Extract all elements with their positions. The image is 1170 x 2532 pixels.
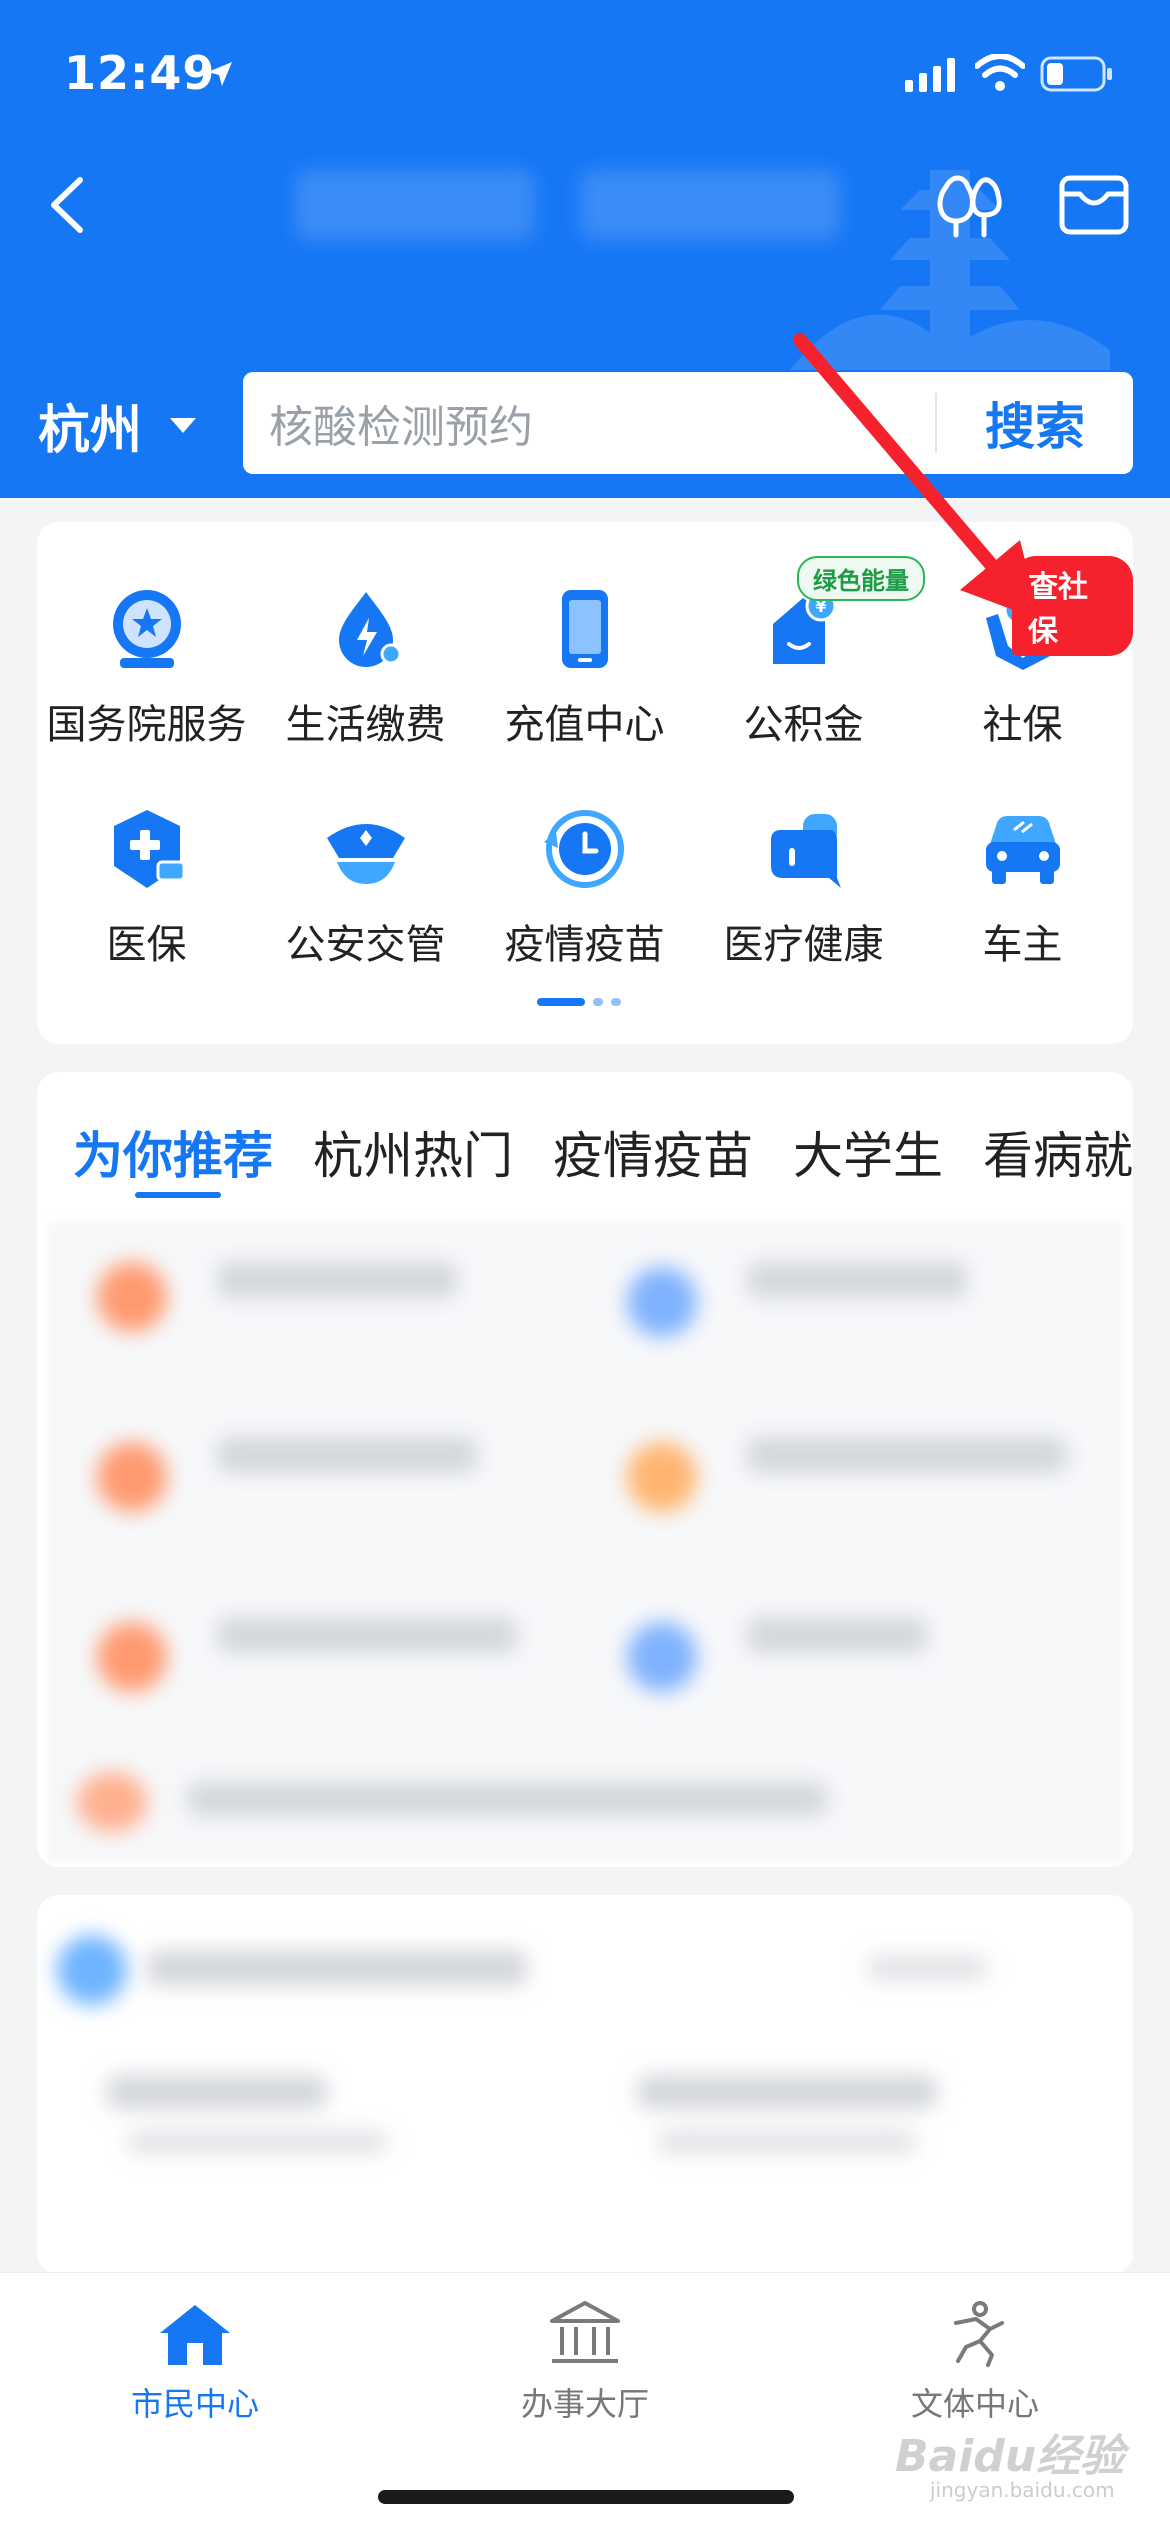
blurred-item-text	[187, 1782, 827, 1816]
location-arrow-icon	[208, 62, 232, 86]
blurred-item-text	[637, 2075, 937, 2109]
caret-down-icon	[170, 417, 197, 433]
blurred-item-icon	[627, 1442, 697, 1512]
blurred-item-text	[867, 1955, 987, 1981]
service-label: 充值中心	[504, 702, 665, 748]
battery-icon	[1040, 56, 1112, 92]
tab-see-doctor[interactable]: 看病就	[983, 1116, 1133, 1188]
page-dot	[611, 998, 621, 1006]
search-bar[interactable]: 核酸检测预约 搜索	[243, 372, 1133, 474]
blurred-item-text	[217, 1617, 517, 1653]
tab-recommend[interactable]: 为你推荐	[73, 1116, 273, 1188]
blurred-item-text	[107, 2075, 327, 2109]
medical-health-icon	[770, 814, 841, 888]
blurred-item-text	[657, 2130, 917, 2154]
nav-culture-sports[interactable]: 文体中心	[845, 2299, 1105, 2425]
service-grid: 国务院服务 生活缴费 充值中心 ¥ 公积金 社保 绿色能量 查社保 医保 公安交…	[37, 522, 1133, 1044]
nav-label: 办事大厅	[520, 2385, 649, 2423]
police-cap-icon	[326, 824, 405, 884]
service-label: 疫情疫苗	[504, 922, 665, 968]
tab-college-student[interactable]: 大学生	[793, 1116, 943, 1188]
search-input[interactable]: 核酸检测预约	[243, 391, 935, 455]
service-label: 社保	[982, 702, 1063, 748]
nav-label: 市民中心	[130, 2385, 259, 2423]
phone-recharge-icon	[561, 590, 608, 668]
blurred-title-left	[295, 170, 535, 240]
blurred-item-text	[147, 1950, 527, 1986]
service-housing-fund[interactable]: ¥ 公积金	[694, 584, 913, 750]
tab-hangzhou-hot[interactable]: 杭州热门	[313, 1116, 513, 1188]
header: 12:49 杭州 核酸检测预约 搜索	[0, 0, 1170, 498]
page-indicator	[537, 998, 621, 1006]
nav-citizen-center[interactable]: 市民中心	[65, 2299, 325, 2425]
blurred-item-icon	[627, 1267, 697, 1337]
blurred-item-text	[747, 1617, 927, 1653]
service-label: 公安交管	[285, 922, 446, 968]
service-label: 国务院服务	[46, 702, 247, 748]
service-medical-insurance[interactable]: 医保	[37, 804, 256, 970]
status-bar: 12:49	[0, 40, 1170, 110]
blurred-item-icon	[97, 1442, 167, 1512]
watermark-url: jingyan.baidu.com	[930, 2478, 1115, 2502]
service-car-owner[interactable]: 车主	[913, 804, 1132, 970]
government-hall-icon	[550, 2301, 620, 2363]
service-label: 医保	[106, 922, 187, 968]
utility-bill-icon	[338, 592, 401, 667]
blurred-item-text	[747, 1262, 967, 1298]
home-indicator[interactable]	[378, 2490, 794, 2504]
running-person-icon	[954, 2301, 1004, 2367]
search-button[interactable]: 搜索	[937, 387, 1133, 459]
state-council-icon	[112, 590, 181, 668]
baidu-jingyan-watermark: Baidu经验	[895, 2431, 1125, 2482]
blurred-item-text	[127, 2130, 387, 2154]
service-label: 医疗健康	[723, 922, 884, 968]
service-label: 公积金	[743, 702, 864, 748]
tree-icon[interactable]	[930, 165, 1008, 243]
nav-label: 文体中心	[910, 2385, 1039, 2423]
blurred-item-text	[747, 1437, 1067, 1473]
nav-service-hall[interactable]: 办事大厅	[455, 2299, 715, 2425]
blurred-item-icon	[97, 1262, 167, 1332]
tab-epidemic-vaccine[interactable]: 疫情疫苗	[553, 1116, 753, 1188]
blurred-content	[47, 1222, 1123, 1862]
recommendation-card: 为你推荐 杭州热门 疫情疫苗 大学生 看病就	[37, 1072, 1133, 1867]
blurred-item-icon	[627, 1622, 697, 1692]
service-medical-health[interactable]: 医疗健康	[694, 804, 913, 970]
home-icon	[160, 2305, 230, 2365]
service-vaccine[interactable]: 疫情疫苗	[475, 804, 694, 970]
cellular-signal-icon	[905, 58, 955, 92]
wifi-icon	[975, 54, 1025, 91]
active-tab-underline	[135, 1192, 221, 1198]
status-time: 12:49	[64, 46, 216, 100]
service-label: 生活缴费	[285, 702, 446, 748]
city-name: 杭州	[38, 400, 143, 461]
blurred-card	[37, 1895, 1133, 2275]
service-recharge[interactable]: 充值中心	[475, 584, 694, 750]
blurred-item-text	[217, 1262, 457, 1298]
card-wallet-icon[interactable]	[1058, 172, 1130, 238]
city-selector[interactable]: 杭州	[38, 390, 197, 461]
service-utility-bill[interactable]: 生活缴费	[256, 584, 475, 750]
recommend-tabs: 为你推荐 杭州热门 疫情疫苗 大学生 看病就	[73, 1116, 1133, 1188]
blurred-title-right	[580, 170, 840, 240]
service-label: 车主	[982, 922, 1063, 968]
blurred-item-icon	[97, 1622, 167, 1692]
page-dot-active	[537, 998, 585, 1006]
back-chevron-icon[interactable]	[40, 170, 96, 240]
vaccine-clock-icon	[543, 810, 624, 888]
medical-insurance-icon	[113, 810, 185, 888]
page-dot	[593, 998, 603, 1006]
blurred-item-icon	[77, 1772, 147, 1832]
check-social-security-badge[interactable]: 查社保	[1012, 556, 1133, 656]
blurred-item-icon	[57, 1935, 127, 2005]
green-energy-badge: 绿色能量	[797, 556, 925, 601]
car-icon	[985, 816, 1060, 884]
service-police-traffic[interactable]: 公安交管	[256, 804, 475, 970]
service-state-council[interactable]: 国务院服务	[37, 584, 256, 750]
blurred-item-text	[217, 1437, 477, 1473]
